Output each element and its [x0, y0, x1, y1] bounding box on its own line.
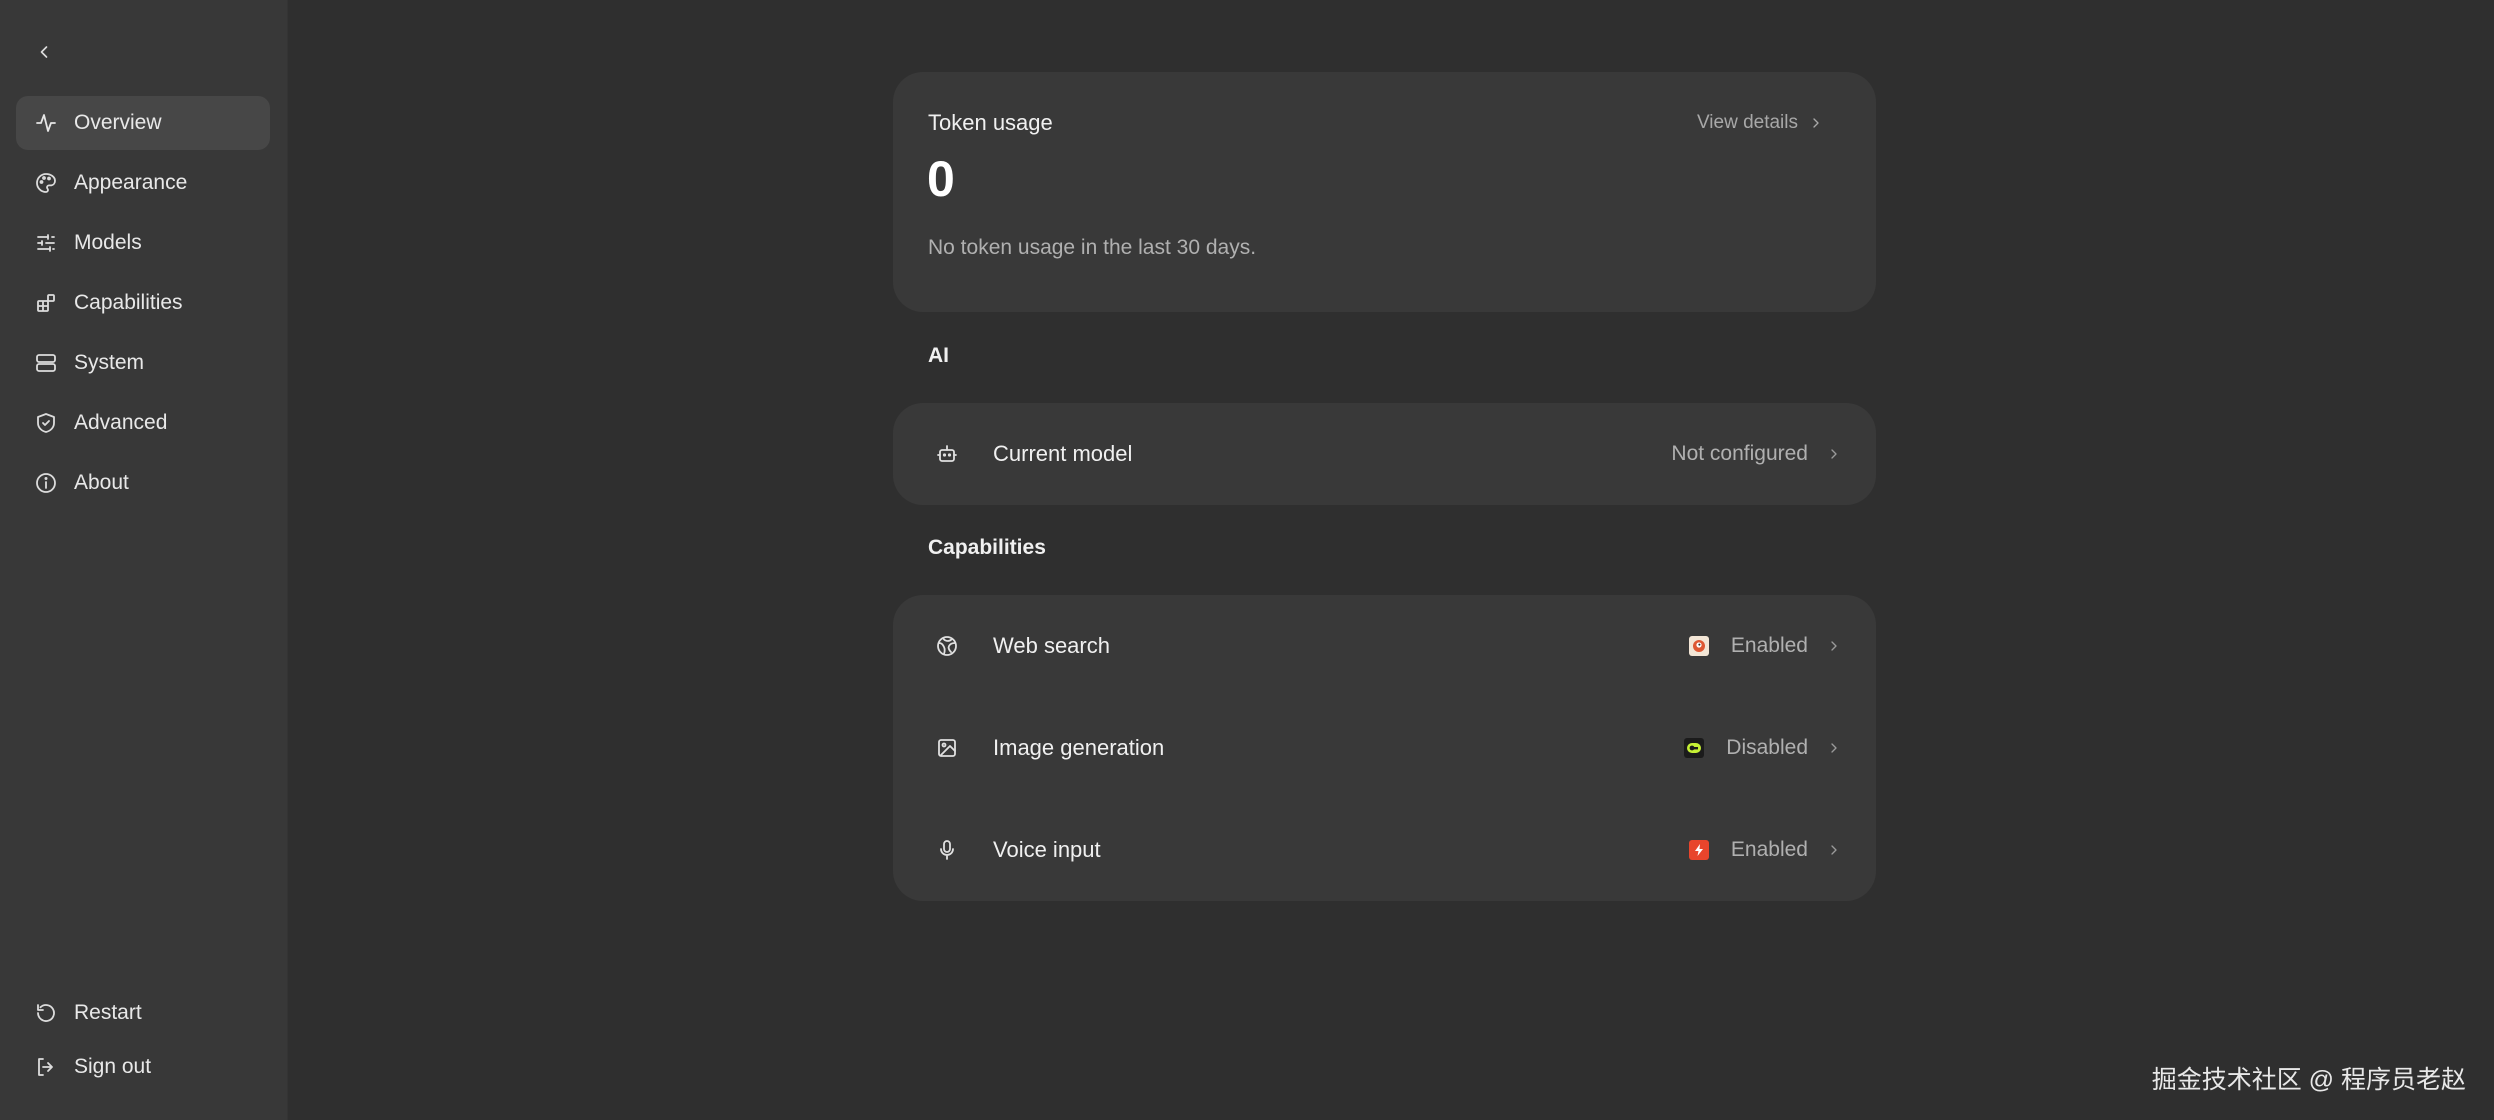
watermark: 掘金技术社区 @ 程序员老赵 — [2151, 1066, 2466, 1094]
sign-out-button[interactable]: Sign out — [16, 1042, 270, 1092]
restart-button[interactable]: Restart — [16, 988, 270, 1038]
sidebar-item-appearance[interactable]: Appearance — [16, 156, 270, 210]
blocks-icon — [32, 289, 60, 317]
chevron-right-icon — [1826, 740, 1842, 756]
server-icon — [32, 349, 60, 377]
palette-icon — [32, 169, 60, 197]
current-model-value: Not configured — [1671, 442, 1842, 466]
voice-input-label: Voice input — [993, 837, 1101, 862]
image-generation-status: Disabled — [1726, 736, 1808, 759]
voice-input-status: Enabled — [1730, 838, 1808, 861]
web-search-status: Enabled — [1730, 634, 1808, 657]
microphone-icon — [933, 836, 961, 864]
chevron-right-icon — [1826, 842, 1842, 858]
current-model-label: Current model — [993, 441, 1133, 466]
voice-input-row[interactable]: Voice input Enabled — [893, 799, 1876, 901]
sidebar-item-label: System — [74, 351, 145, 374]
chevron-right-icon — [1808, 115, 1824, 131]
web-search-row[interactable]: Web search Enabled — [893, 595, 1876, 697]
chevron-right-icon — [1826, 638, 1842, 654]
provider-logo-icon — [1684, 738, 1705, 758]
sidebar-item-about[interactable]: About — [16, 456, 270, 510]
image-generation-row[interactable]: Image generation Disabled — [893, 697, 1876, 799]
sidebar-item-advanced[interactable]: Advanced — [16, 396, 270, 450]
section-title-ai: AI — [928, 344, 949, 367]
sidebar-item-label: Models — [74, 231, 142, 254]
view-details-link[interactable]: View details — [1697, 112, 1824, 134]
token-usage-description: No token usage in the last 30 days. — [928, 236, 1257, 259]
main-content: Token usage View details 0 No token usag… — [287, 0, 2494, 1120]
voice-input-value: Enabled — [1688, 838, 1842, 862]
token-usage-value: 0 — [927, 151, 955, 207]
bot-icon — [933, 440, 961, 468]
sidebar-item-models[interactable]: Models — [16, 216, 270, 270]
image-generation-label: Image generation — [993, 735, 1165, 760]
shield-check-icon — [32, 409, 60, 437]
web-search-label: Web search — [993, 633, 1110, 658]
duckduckgo-icon — [1688, 636, 1709, 656]
sidebar-item-label: Advanced — [74, 411, 168, 434]
sidebar-item-label: Capabilities — [74, 291, 183, 314]
current-model-row[interactable]: Current model Not configured — [893, 403, 1876, 505]
sign-out-icon — [32, 1053, 60, 1081]
chevron-right-icon — [1826, 446, 1842, 462]
restart-label: Restart — [74, 1001, 142, 1024]
capabilities-card: Web search Enabled Image generation Disa… — [893, 595, 1876, 901]
view-details-label: View details — [1696, 112, 1798, 133]
sliders-icon — [32, 229, 60, 257]
sidebar-item-label: Appearance — [74, 171, 188, 194]
ai-card: Current model Not configured — [893, 403, 1876, 505]
activity-icon — [32, 109, 60, 137]
sidebar-item-label: Overview — [74, 111, 162, 134]
image-icon — [933, 734, 961, 762]
globe-icon — [933, 632, 961, 660]
lightning-icon — [1688, 840, 1709, 860]
sidebar-item-overview[interactable]: Overview — [16, 96, 270, 150]
section-title-capabilities: Capabilities — [928, 536, 1046, 559]
sidebar-footer: Restart Sign out — [16, 988, 270, 1096]
web-search-value: Enabled — [1688, 634, 1842, 658]
sidebar-item-system[interactable]: System — [16, 336, 270, 390]
image-generation-value: Disabled — [1684, 736, 1842, 760]
info-icon — [32, 469, 60, 497]
sidebar: Overview Appearance Models Capabilities … — [0, 0, 288, 1120]
sidebar-item-capabilities[interactable]: Capabilities — [16, 276, 270, 330]
restart-icon — [32, 999, 60, 1027]
sidebar-nav: Overview Appearance Models Capabilities … — [16, 96, 270, 516]
token-usage-card: Token usage View details 0 No token usag… — [893, 72, 1876, 312]
current-model-status: Not configured — [1671, 442, 1808, 465]
back-button[interactable] — [28, 36, 60, 68]
sidebar-item-label: About — [74, 471, 129, 494]
sign-out-label: Sign out — [74, 1055, 152, 1078]
chevron-left-icon — [40, 46, 48, 58]
token-usage-title: Token usage — [928, 110, 1053, 135]
